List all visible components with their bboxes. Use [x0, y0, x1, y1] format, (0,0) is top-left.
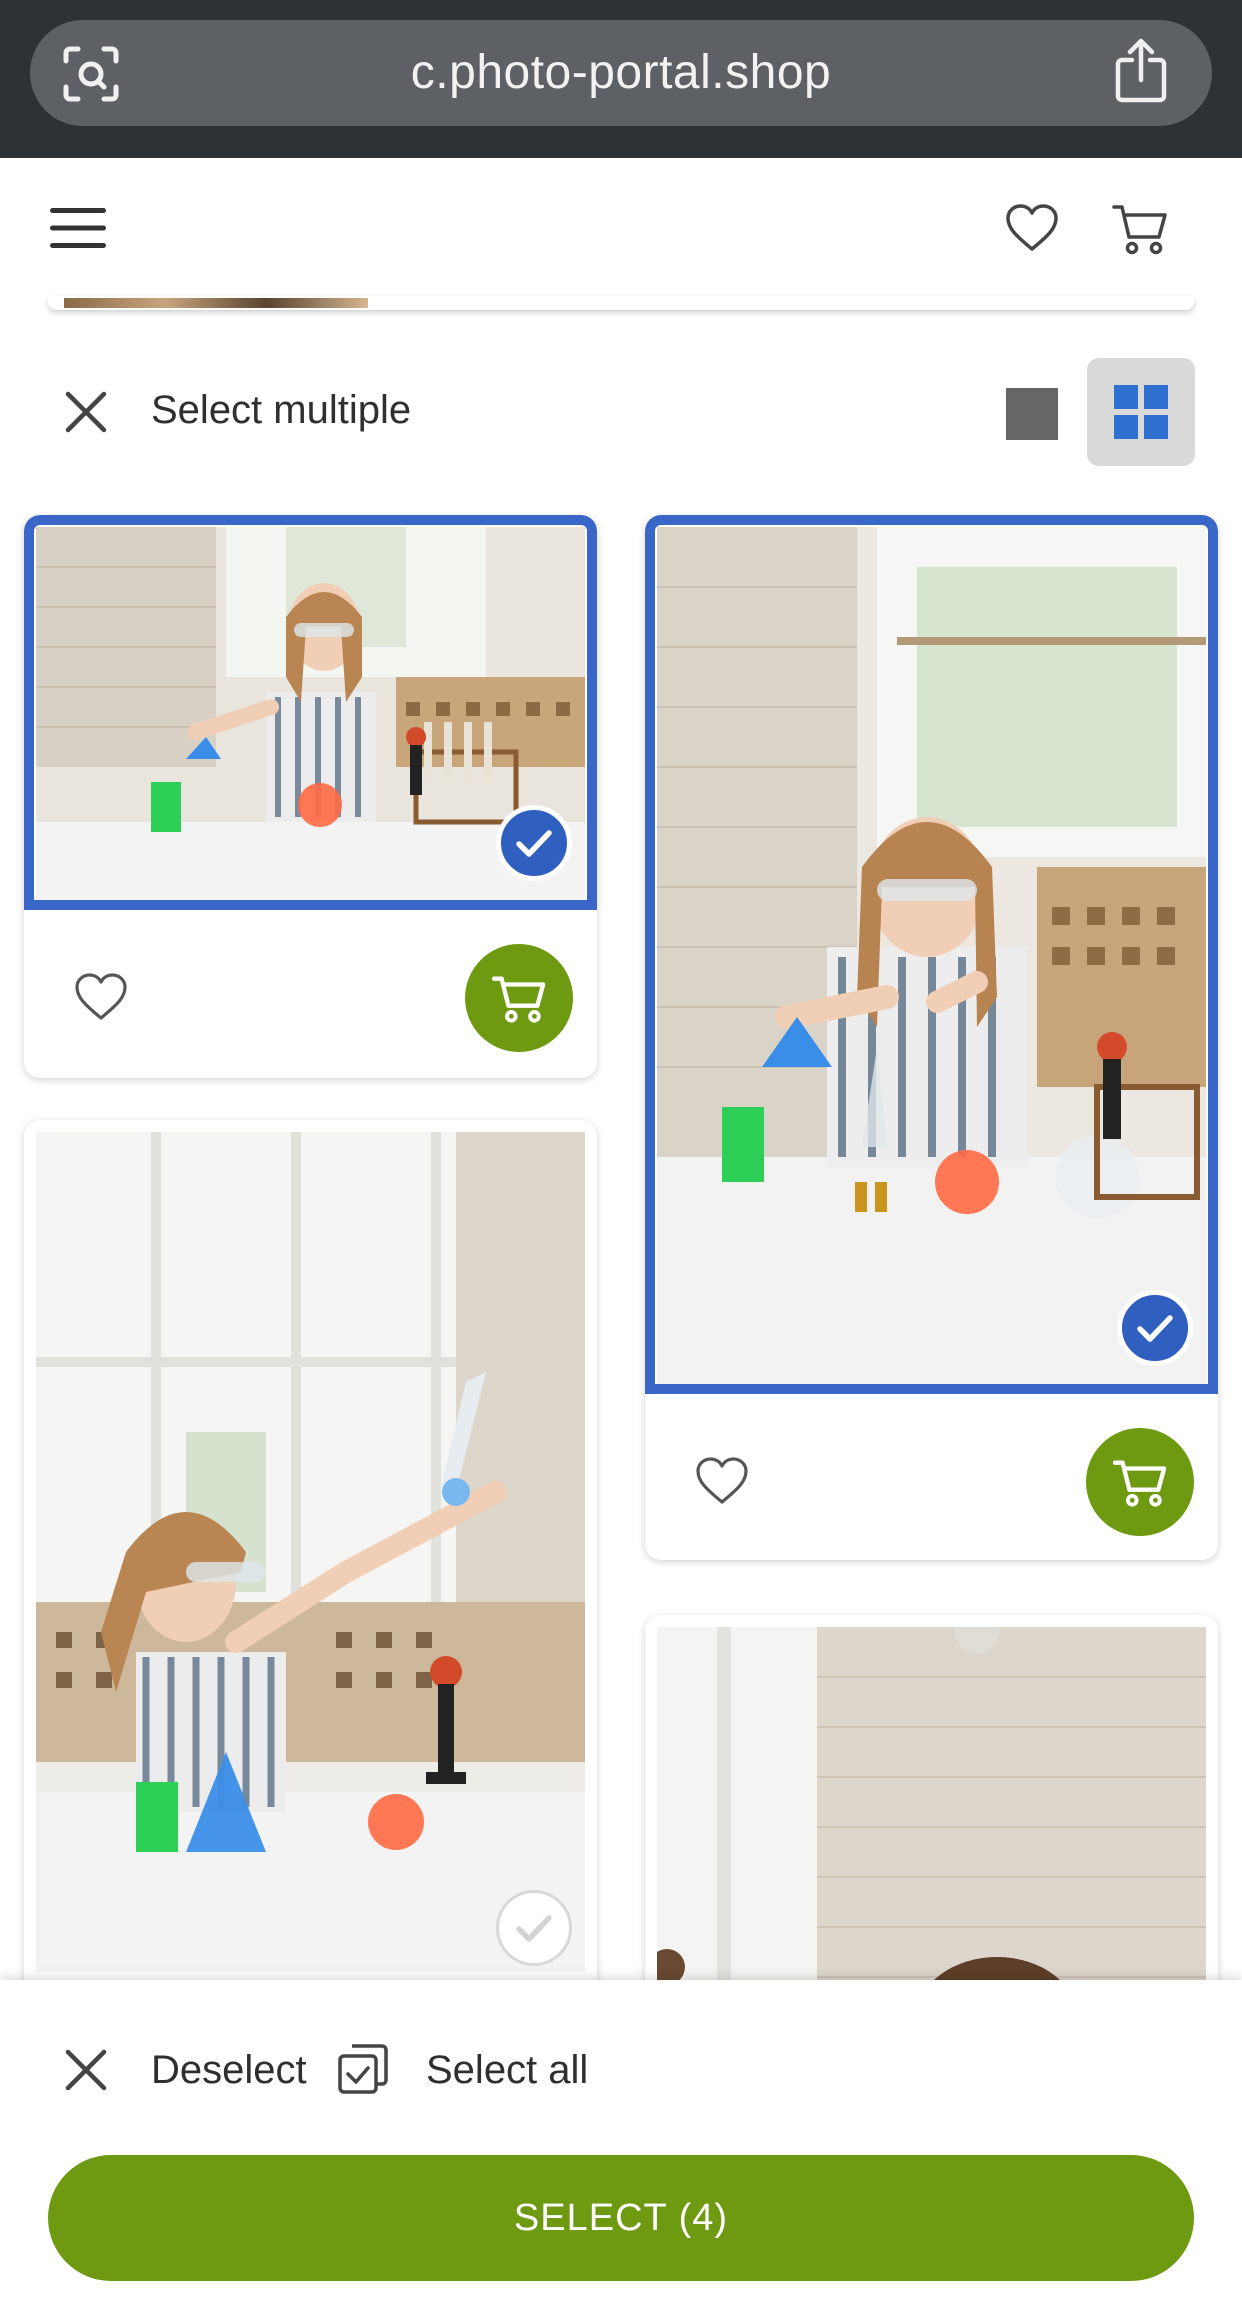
- menu-icon[interactable]: [50, 206, 106, 250]
- select-confirm-button[interactable]: SELECT (4): [48, 2155, 1194, 2281]
- checkmark-icon: [1137, 1315, 1173, 1342]
- url-text: c.photo-portal.shop: [410, 46, 832, 99]
- heart-icon[interactable]: [74, 972, 128, 1022]
- photo-card[interactable]: [645, 515, 1218, 1560]
- cart-icon: [1113, 1460, 1167, 1507]
- photo-scene: [657, 527, 1206, 1385]
- browser-bar: c.photo-portal.shop: [0, 0, 1242, 158]
- cart-icon[interactable]: [1112, 201, 1168, 257]
- cart-icon: [492, 976, 546, 1023]
- single-view-icon[interactable]: [1006, 388, 1058, 440]
- address-bar[interactable]: c.photo-portal.shop: [30, 20, 1212, 126]
- check-badge-selected[interactable]: [1117, 1290, 1193, 1366]
- photo-scene: [36, 1132, 585, 1972]
- card-actions: [645, 1394, 1218, 1560]
- heart-icon[interactable]: [695, 1456, 749, 1506]
- checkmark-icon: [516, 830, 552, 857]
- select-all-button[interactable]: Select all: [426, 2030, 588, 2110]
- select-all-icon[interactable]: [336, 2042, 390, 2096]
- selection-title: Select multiple: [151, 388, 412, 432]
- card-actions: [24, 910, 597, 1078]
- grid-view-icon[interactable]: [1087, 358, 1195, 466]
- selection-toolbar: Select multiple: [0, 350, 1242, 470]
- photo-card[interactable]: [645, 1615, 1218, 2035]
- checkmark-icon: [516, 1915, 552, 1942]
- check-badge-selected[interactable]: [496, 805, 572, 881]
- photo-scene: [657, 1627, 1206, 2027]
- add-to-cart-button[interactable]: [1086, 1428, 1194, 1536]
- lens-icon[interactable]: [62, 45, 120, 103]
- deselect-button[interactable]: Deselect: [151, 2030, 307, 2110]
- app-header: [0, 158, 1242, 298]
- share-icon[interactable]: [1112, 38, 1170, 104]
- close-icon[interactable]: [62, 2046, 110, 2094]
- add-to-cart-button[interactable]: [465, 944, 573, 1052]
- heart-icon[interactable]: [1005, 203, 1059, 253]
- photo-image[interactable]: [657, 1627, 1206, 2027]
- previous-card-thumbnail: [64, 298, 368, 308]
- photo-image[interactable]: [657, 527, 1206, 1385]
- photo-card[interactable]: [24, 1120, 597, 2020]
- photo-card[interactable]: [24, 515, 597, 1078]
- close-icon[interactable]: [62, 388, 110, 436]
- bottom-action-panel: Deselect Select all SELECT (4): [0, 1980, 1242, 2321]
- check-badge-unselected[interactable]: [496, 1890, 572, 1966]
- photo-image[interactable]: [36, 1132, 585, 1972]
